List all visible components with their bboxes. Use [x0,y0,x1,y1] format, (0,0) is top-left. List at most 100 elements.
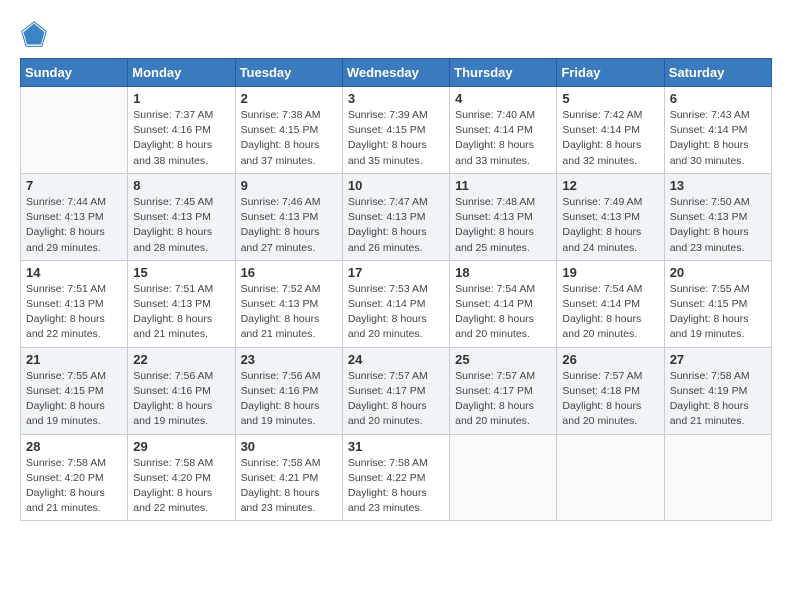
day-info: Sunrise: 7:58 AM Sunset: 4:20 PM Dayligh… [26,456,122,517]
col-header-monday: Monday [128,59,235,87]
col-header-thursday: Thursday [450,59,557,87]
day-number: 6 [670,91,766,106]
day-number: 11 [455,178,551,193]
day-info: Sunrise: 7:39 AM Sunset: 4:15 PM Dayligh… [348,108,444,169]
calendar-cell: 13 Sunrise: 7:50 AM Sunset: 4:13 PM Dayli… [664,173,771,260]
day-info: Sunrise: 7:56 AM Sunset: 4:16 PM Dayligh… [241,369,337,430]
col-header-saturday: Saturday [664,59,771,87]
logo [20,20,52,48]
day-info: Sunrise: 7:54 AM Sunset: 4:14 PM Dayligh… [562,282,658,343]
col-header-friday: Friday [557,59,664,87]
day-number: 18 [455,265,551,280]
day-number: 21 [26,352,122,367]
calendar-cell: 2 Sunrise: 7:38 AM Sunset: 4:15 PM Daylig… [235,87,342,174]
day-number: 29 [133,439,229,454]
day-number: 26 [562,352,658,367]
calendar-cell: 14 Sunrise: 7:51 AM Sunset: 4:13 PM Dayli… [21,260,128,347]
calendar-cell: 7Sunrise: 7:44 AM Sunset: 4:13 PM Daylig… [21,173,128,260]
day-number: 15 [133,265,229,280]
day-number: 14 [26,265,122,280]
col-header-tuesday: Tuesday [235,59,342,87]
day-number: 3 [348,91,444,106]
day-info: Sunrise: 7:50 AM Sunset: 4:13 PM Dayligh… [670,195,766,256]
day-info: Sunrise: 7:51 AM Sunset: 4:13 PM Dayligh… [133,282,229,343]
calendar-cell: 11 Sunrise: 7:48 AM Sunset: 4:13 PM Dayli… [450,173,557,260]
day-number: 28 [26,439,122,454]
calendar-cell [664,434,771,521]
calendar-cell: 15 Sunrise: 7:51 AM Sunset: 4:13 PM Dayli… [128,260,235,347]
day-info: Sunrise: 7:43 AM Sunset: 4:14 PM Dayligh… [670,108,766,169]
calendar-cell: 20 Sunrise: 7:55 AM Sunset: 4:15 PM Dayli… [664,260,771,347]
day-number: 1 [133,91,229,106]
day-info: Sunrise: 7:51 AM Sunset: 4:13 PM Dayligh… [26,282,122,343]
calendar-cell: 22 Sunrise: 7:56 AM Sunset: 4:16 PM Dayli… [128,347,235,434]
day-number: 13 [670,178,766,193]
day-number: 17 [348,265,444,280]
day-info: Sunrise: 7:57 AM Sunset: 4:17 PM Dayligh… [455,369,551,430]
day-number: 22 [133,352,229,367]
day-info: Sunrise: 7:47 AM Sunset: 4:13 PM Dayligh… [348,195,444,256]
day-number: 16 [241,265,337,280]
day-info: Sunrise: 7:45 AM Sunset: 4:13 PM Dayligh… [133,195,229,256]
calendar-cell: 16 Sunrise: 7:52 AM Sunset: 4:13 PM Dayli… [235,260,342,347]
day-info: Sunrise: 7:52 AM Sunset: 4:13 PM Dayligh… [241,282,337,343]
day-number: 19 [562,265,658,280]
day-number: 25 [455,352,551,367]
day-info: Sunrise: 7:55 AM Sunset: 4:15 PM Dayligh… [670,282,766,343]
day-info: Sunrise: 7:58 AM Sunset: 4:21 PM Dayligh… [241,456,337,517]
day-number: 23 [241,352,337,367]
day-number: 31 [348,439,444,454]
calendar-cell: 3 Sunrise: 7:39 AM Sunset: 4:15 PM Daylig… [342,87,449,174]
calendar-cell: 31 Sunrise: 7:58 AM Sunset: 4:22 PM Dayli… [342,434,449,521]
calendar-cell: 19 Sunrise: 7:54 AM Sunset: 4:14 PM Dayli… [557,260,664,347]
day-info: Sunrise: 7:49 AM Sunset: 4:13 PM Dayligh… [562,195,658,256]
calendar-cell: 24 Sunrise: 7:57 AM Sunset: 4:17 PM Dayli… [342,347,449,434]
day-number: 2 [241,91,337,106]
calendar-cell [21,87,128,174]
day-info: Sunrise: 7:48 AM Sunset: 4:13 PM Dayligh… [455,195,551,256]
day-info: Sunrise: 7:40 AM Sunset: 4:14 PM Dayligh… [455,108,551,169]
calendar-cell: 30 Sunrise: 7:58 AM Sunset: 4:21 PM Dayli… [235,434,342,521]
calendar-header: SundayMondayTuesdayWednesdayThursdayFrid… [21,59,772,87]
calendar-cell: 9 Sunrise: 7:46 AM Sunset: 4:13 PM Daylig… [235,173,342,260]
day-info: Sunrise: 7:37 AM Sunset: 4:16 PM Dayligh… [133,108,229,169]
col-header-wednesday: Wednesday [342,59,449,87]
day-number: 27 [670,352,766,367]
day-info: Sunrise: 7:57 AM Sunset: 4:17 PM Dayligh… [348,369,444,430]
day-info: Sunrise: 7:54 AM Sunset: 4:14 PM Dayligh… [455,282,551,343]
day-number: 5 [562,91,658,106]
day-info: Sunrise: 7:56 AM Sunset: 4:16 PM Dayligh… [133,369,229,430]
calendar-cell: 25 Sunrise: 7:57 AM Sunset: 4:17 PM Dayli… [450,347,557,434]
calendar-cell: 23 Sunrise: 7:56 AM Sunset: 4:16 PM Dayli… [235,347,342,434]
calendar-cell: 10Sunrise: 7:47 AM Sunset: 4:13 PM Dayli… [342,173,449,260]
calendar-cell [557,434,664,521]
day-number: 20 [670,265,766,280]
day-info: Sunrise: 7:38 AM Sunset: 4:15 PM Dayligh… [241,108,337,169]
calendar-cell: 17Sunrise: 7:53 AM Sunset: 4:14 PM Dayli… [342,260,449,347]
day-number: 12 [562,178,658,193]
day-number: 4 [455,91,551,106]
calendar-cell: 21 Sunrise: 7:55 AM Sunset: 4:15 PM Dayli… [21,347,128,434]
day-info: Sunrise: 7:58 AM Sunset: 4:20 PM Dayligh… [133,456,229,517]
calendar-cell: 6 Sunrise: 7:43 AM Sunset: 4:14 PM Daylig… [664,87,771,174]
calendar-cell: 4 Sunrise: 7:40 AM Sunset: 4:14 PM Daylig… [450,87,557,174]
day-info: Sunrise: 7:44 AM Sunset: 4:13 PM Dayligh… [26,195,122,256]
calendar-cell: 26Sunrise: 7:57 AM Sunset: 4:18 PM Dayli… [557,347,664,434]
day-info: Sunrise: 7:42 AM Sunset: 4:14 PM Dayligh… [562,108,658,169]
calendar-cell: 18 Sunrise: 7:54 AM Sunset: 4:14 PM Dayli… [450,260,557,347]
calendar-cell: 27Sunrise: 7:58 AM Sunset: 4:19 PM Dayli… [664,347,771,434]
calendar-cell: 29 Sunrise: 7:58 AM Sunset: 4:20 PM Dayli… [128,434,235,521]
calendar-cell: 8Sunrise: 7:45 AM Sunset: 4:13 PM Daylig… [128,173,235,260]
day-info: Sunrise: 7:55 AM Sunset: 4:15 PM Dayligh… [26,369,122,430]
calendar-cell: 1 Sunrise: 7:37 AM Sunset: 4:16 PM Daylig… [128,87,235,174]
day-number: 24 [348,352,444,367]
page-header [20,20,772,48]
calendar-table: SundayMondayTuesdayWednesdayThursdayFrid… [20,58,772,521]
day-info: Sunrise: 7:46 AM Sunset: 4:13 PM Dayligh… [241,195,337,256]
day-info: Sunrise: 7:58 AM Sunset: 4:22 PM Dayligh… [348,456,444,517]
day-number: 9 [241,178,337,193]
logo-icon [20,20,48,48]
calendar-cell: 5 Sunrise: 7:42 AM Sunset: 4:14 PM Daylig… [557,87,664,174]
calendar-cell: 12 Sunrise: 7:49 AM Sunset: 4:13 PM Dayli… [557,173,664,260]
day-number: 30 [241,439,337,454]
